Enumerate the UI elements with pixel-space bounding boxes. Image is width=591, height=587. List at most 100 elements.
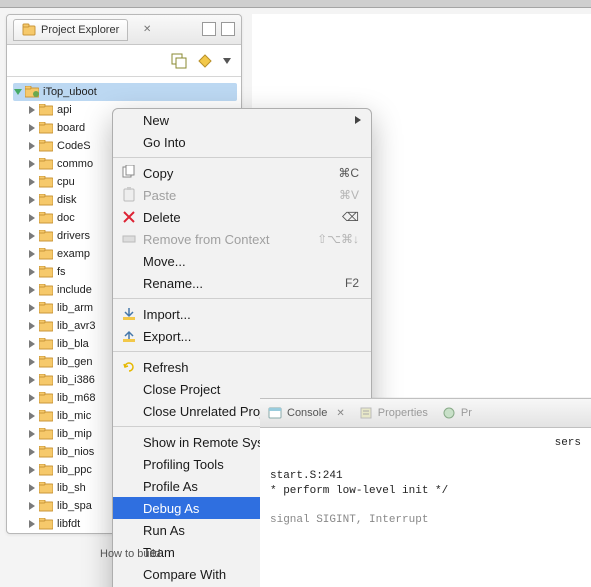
disclosure-triangle-icon[interactable] <box>29 520 35 528</box>
disclosure-triangle-icon[interactable] <box>29 214 35 222</box>
folder-icon <box>39 482 53 494</box>
tree-folder-label: board <box>57 122 85 134</box>
disclosure-triangle-icon[interactable] <box>29 358 35 366</box>
menu-export[interactable]: Export... <box>113 325 371 347</box>
project-explorer-tab[interactable]: Project Explorer <box>13 19 128 41</box>
folder-icon <box>39 446 53 458</box>
tree-folder-label: examp <box>57 248 90 260</box>
disclosure-triangle-icon[interactable] <box>29 322 35 330</box>
tree-folder-label: disk <box>57 194 77 206</box>
disclosure-triangle-icon[interactable] <box>29 340 35 348</box>
view-menu-button[interactable] <box>223 58 231 64</box>
delete-icon <box>121 209 137 225</box>
tree-folder-label: lib_arm <box>57 302 93 314</box>
disclosure-triangle-icon[interactable] <box>29 394 35 402</box>
console-output: sers start.S:241 * perform low-level ini… <box>260 428 591 587</box>
pr-tab[interactable]: Pr <box>442 406 472 420</box>
copy-icon <box>121 165 137 181</box>
project-explorer-tab-label: Project Explorer <box>41 24 119 36</box>
tree-folder-label: lib_mic <box>57 410 91 422</box>
remove-context-icon <box>121 231 137 247</box>
disclosure-triangle-icon[interactable] <box>29 304 35 312</box>
disclosure-triangle-icon[interactable] <box>29 376 35 384</box>
disclosure-triangle-icon[interactable] <box>29 466 35 474</box>
tree-folder-label: lib_bla <box>57 338 89 350</box>
tree-folder-label: lib_i386 <box>57 374 95 386</box>
refresh-icon <box>121 359 137 375</box>
menu-import[interactable]: Import... <box>113 303 371 325</box>
tree-folder-label: lib_gen <box>57 356 92 368</box>
menu-remove-context: Remove from Context⇧⌥⌘↓ <box>113 228 371 250</box>
tree-root-project[interactable]: iTop_uboot <box>13 83 237 101</box>
problems-icon <box>442 406 456 420</box>
menu-copy[interactable]: Copy⌘C <box>113 162 371 184</box>
minimize-view-button[interactable] <box>202 22 216 36</box>
disclosure-triangle-icon[interactable] <box>29 232 35 240</box>
disclosure-triangle-icon[interactable] <box>29 160 35 168</box>
menu-paste: Paste⌘V <box>113 184 371 206</box>
menu-close-project[interactable]: Close Project <box>113 378 371 400</box>
menu-refresh[interactable]: Refresh <box>113 356 371 378</box>
folder-icon <box>39 374 53 386</box>
tree-folder-label: include <box>57 284 92 296</box>
folder-icon <box>39 158 53 170</box>
tree-folder-label: doc <box>57 212 75 224</box>
folder-icon <box>39 500 53 512</box>
folder-icon <box>39 266 53 278</box>
navigator-icon <box>22 23 36 37</box>
folder-icon <box>39 320 53 332</box>
folder-icon <box>39 392 53 404</box>
collapse-all-icon[interactable] <box>171 53 187 69</box>
import-icon <box>121 306 137 322</box>
maximize-view-button[interactable] <box>221 22 235 36</box>
disclosure-triangle-icon[interactable] <box>14 89 22 95</box>
menu-rename[interactable]: Rename...F2 <box>113 272 371 294</box>
close-icon[interactable]: ✕ <box>336 408 344 419</box>
folder-icon <box>39 302 53 314</box>
tree-folder-label: lib_avr3 <box>57 320 96 332</box>
ghost-label: How to build <box>100 548 161 560</box>
tree-folder-label: CodeS <box>57 140 91 152</box>
disclosure-triangle-icon[interactable] <box>29 196 35 204</box>
disclosure-triangle-icon[interactable] <box>29 142 35 150</box>
menu-delete[interactable]: Delete⌫ <box>113 206 371 228</box>
properties-icon <box>359 406 373 420</box>
disclosure-triangle-icon[interactable] <box>29 250 35 258</box>
folder-icon <box>39 248 53 260</box>
menu-move[interactable]: Move... <box>113 250 371 272</box>
folder-icon <box>39 212 53 224</box>
console-icon <box>268 406 282 420</box>
menu-go-into[interactable]: Go Into <box>113 131 371 153</box>
disclosure-triangle-icon[interactable] <box>29 124 35 132</box>
menu-new[interactable]: New <box>113 109 371 131</box>
folder-icon <box>39 140 53 152</box>
disclosure-triangle-icon[interactable] <box>29 448 35 456</box>
disclosure-triangle-icon[interactable] <box>29 178 35 186</box>
folder-icon <box>39 230 53 242</box>
tree-folder-label: drivers <box>57 230 90 242</box>
disclosure-triangle-icon[interactable] <box>29 412 35 420</box>
console-tab[interactable]: Console ✕ <box>268 406 345 420</box>
disclosure-triangle-icon[interactable] <box>29 106 35 114</box>
properties-tab[interactable]: Properties <box>359 406 428 420</box>
disclosure-triangle-icon[interactable] <box>29 286 35 294</box>
folder-icon <box>39 104 53 116</box>
disclosure-triangle-icon[interactable] <box>29 502 35 510</box>
tree-folder-label: libfdt <box>57 518 80 530</box>
folder-icon <box>39 428 53 440</box>
bottom-view-tabs: Console ✕ Properties Pr <box>260 398 591 428</box>
disclosure-triangle-icon[interactable] <box>29 268 35 276</box>
close-icon[interactable]: ✕ <box>143 24 151 35</box>
folder-icon <box>39 410 53 422</box>
link-editor-icon[interactable] <box>197 53 213 69</box>
folder-icon <box>39 356 53 368</box>
disclosure-triangle-icon[interactable] <box>29 430 35 438</box>
folder-icon <box>39 284 53 296</box>
paste-icon <box>121 187 137 203</box>
export-icon <box>121 328 137 344</box>
disclosure-triangle-icon[interactable] <box>29 484 35 492</box>
tree-folder-label: fs <box>57 266 66 278</box>
tree-root-label: iTop_uboot <box>43 86 97 98</box>
tree-folder-label: lib_nios <box>57 446 94 458</box>
tree-folder-label: api <box>57 104 72 116</box>
